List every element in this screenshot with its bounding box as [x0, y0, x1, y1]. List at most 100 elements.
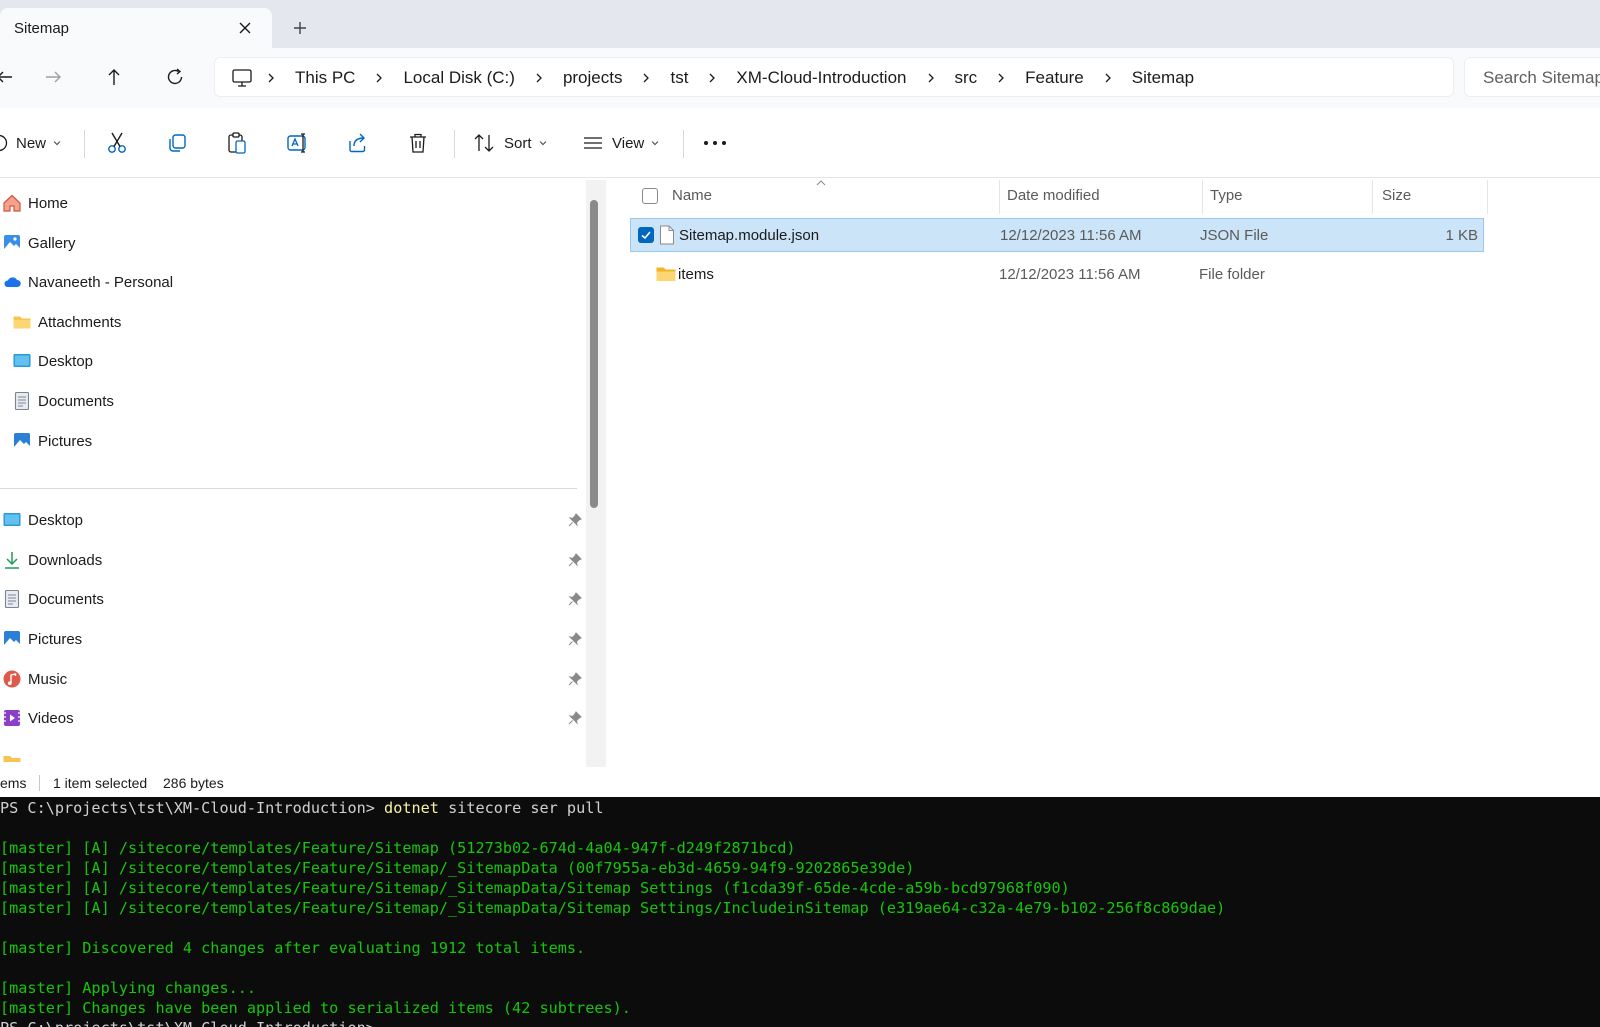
- chevron-right-icon[interactable]: [367, 58, 391, 98]
- column-divider[interactable]: [1202, 180, 1203, 214]
- videos-icon: [4, 710, 20, 726]
- column-header-name[interactable]: Name: [672, 187, 712, 204]
- documents-icon: [4, 589, 20, 609]
- pin-icon[interactable]: [568, 553, 582, 567]
- sort-button[interactable]: Sort: [472, 129, 548, 157]
- terminal-prompt-line: PS C:\projects\tst\XM-Cloud-Introduction…: [0, 1018, 375, 1027]
- sidebar-item-pinned-downloads[interactable]: Downloads: [2, 545, 102, 575]
- folder-icon: [13, 316, 31, 329]
- sidebar-item-attachments[interactable]: Attachments: [12, 307, 121, 337]
- delete-button[interactable]: [408, 129, 428, 157]
- this-pc-monitor-icon[interactable]: [231, 68, 253, 88]
- view-button-label: View: [612, 134, 645, 152]
- new-tab-plus-icon[interactable]: [291, 19, 309, 37]
- up-arrow-icon[interactable]: [102, 65, 126, 89]
- status-bar: ems 1 item selected 286 bytes: [0, 767, 1600, 797]
- breadcrumb-tst[interactable]: tst: [664, 68, 694, 88]
- share-button[interactable]: [346, 129, 368, 157]
- sidebar-item-pinned-pictures[interactable]: Pictures: [2, 624, 82, 654]
- tab-sitemap[interactable]: Sitemap: [0, 8, 272, 48]
- chevron-right-icon[interactable]: [919, 58, 943, 98]
- column-divider[interactable]: [999, 180, 1000, 214]
- view-button[interactable]: View: [582, 129, 660, 157]
- table-row[interactable]: Sitemap.module.json 12/12/2023 11:56 AM …: [630, 218, 1484, 252]
- table-row[interactable]: items 12/12/2023 11:56 AM File folder: [630, 258, 1484, 292]
- pin-icon[interactable]: [568, 632, 582, 646]
- documents-icon: [14, 391, 30, 411]
- onedrive-cloud-icon: [4, 277, 21, 287]
- chevron-right-icon[interactable]: [259, 58, 283, 98]
- pin-icon[interactable]: [568, 513, 582, 527]
- terminal-output-line: [master] [A] /sitecore/templates/Feature…: [0, 899, 1226, 917]
- music-icon: [3, 670, 21, 688]
- breadcrumb-feature[interactable]: Feature: [1019, 68, 1090, 88]
- sidebar-item-desktop[interactable]: Desktop: [12, 346, 93, 376]
- refresh-icon[interactable]: [163, 65, 187, 89]
- sidebar-item-gallery[interactable]: Gallery: [2, 228, 76, 258]
- forward-arrow-icon[interactable]: [42, 65, 66, 89]
- column-header-size[interactable]: Size: [1382, 187, 1411, 204]
- column-divider[interactable]: [1372, 180, 1373, 214]
- sidebar-item-documents[interactable]: Documents: [12, 386, 114, 416]
- breadcrumb-src[interactable]: src: [949, 68, 984, 88]
- paste-button[interactable]: [226, 129, 248, 157]
- status-item-count: ems: [0, 775, 27, 791]
- search-input[interactable]: Search Sitemap: [1464, 57, 1600, 97]
- breadcrumb-this-pc[interactable]: This PC: [289, 68, 361, 88]
- sidebar-item-label: Documents: [28, 590, 104, 608]
- chevron-right-icon[interactable]: [989, 58, 1013, 98]
- pin-icon[interactable]: [568, 711, 582, 725]
- terminal-output-line: [master] Changes have been applied to se…: [0, 999, 631, 1017]
- close-icon[interactable]: [236, 19, 254, 37]
- sidebar-item-label: Attachments: [38, 313, 122, 331]
- sidebar-item-home[interactable]: Home: [2, 188, 68, 218]
- breadcrumb-sitemap[interactable]: Sitemap: [1126, 68, 1200, 88]
- command-bar: New Sort View: [0, 108, 1600, 178]
- column-divider[interactable]: [1487, 180, 1488, 214]
- powershell-terminal[interactable]: PS C:\projects\tst\XM-Cloud-Introduction…: [0, 797, 1600, 1027]
- select-all-checkbox[interactable]: [642, 188, 658, 204]
- sidebar-item-pictures[interactable]: Pictures: [12, 426, 92, 456]
- sidebar-scrollbar-thumb[interactable]: [590, 200, 598, 508]
- pin-icon[interactable]: [568, 592, 582, 606]
- breadcrumb-projects[interactable]: projects: [557, 68, 629, 88]
- terminal-prompt: PS C:\projects\tst\XM-Cloud-Introduction…: [0, 799, 385, 817]
- back-arrow-icon[interactable]: [0, 65, 16, 89]
- chevron-down-icon: [651, 141, 659, 146]
- pin-icon[interactable]: [568, 672, 582, 686]
- column-header-type[interactable]: Type: [1210, 187, 1243, 204]
- breadcrumb-xm-cloud-introduction[interactable]: XM-Cloud-Introduction: [730, 68, 912, 88]
- home-icon: [3, 194, 21, 212]
- sidebar-item-label: Music: [28, 670, 68, 688]
- sidebar-item-label: Downloads: [28, 551, 103, 569]
- copy-button[interactable]: [166, 129, 188, 157]
- breadcrumb-local-disk[interactable]: Local Disk (C:): [397, 68, 520, 88]
- sidebar-item-onedrive[interactable]: Navaneeth - Personal: [2, 267, 173, 297]
- file-list: Name Date modified Type Size Sitemap.mod…: [610, 180, 1600, 767]
- chevron-right-icon[interactable]: [700, 58, 724, 98]
- chevron-right-icon[interactable]: [527, 58, 551, 98]
- pictures-icon: [4, 631, 20, 647]
- more-options-button[interactable]: [702, 129, 728, 157]
- share-icon: [349, 133, 366, 153]
- chevron-down-icon: [539, 141, 546, 146]
- column-header-date-modified[interactable]: Date modified: [1007, 187, 1100, 204]
- copy-icon: [169, 134, 186, 152]
- row-checkbox-checked[interactable]: [638, 227, 654, 243]
- search-placeholder: Search Sitemap: [1483, 68, 1600, 87]
- terminal-output-line: [master] [A] /sitecore/templates/Feature…: [0, 839, 796, 857]
- sidebar-item-pinned-desktop[interactable]: Desktop: [2, 505, 83, 535]
- sidebar-item-pinned-music[interactable]: Music: [2, 664, 67, 694]
- address-bar[interactable]: This PC Local Disk (C:) projects tst XM-…: [214, 57, 1454, 97]
- terminal-command: dotnet: [384, 799, 439, 817]
- sort-button-label: Sort: [504, 134, 532, 152]
- sidebar-item-pinned-videos[interactable]: Videos: [2, 703, 74, 733]
- chevron-right-icon[interactable]: [1096, 58, 1120, 98]
- cut-button[interactable]: [106, 129, 128, 157]
- folder-icon: [656, 267, 676, 281]
- chevron-right-icon[interactable]: [634, 58, 658, 98]
- sidebar-item-pinned-documents[interactable]: Documents: [2, 584, 104, 614]
- file-type: JSON File: [1200, 227, 1269, 244]
- new-button[interactable]: New: [0, 129, 62, 157]
- rename-button[interactable]: [286, 129, 310, 157]
